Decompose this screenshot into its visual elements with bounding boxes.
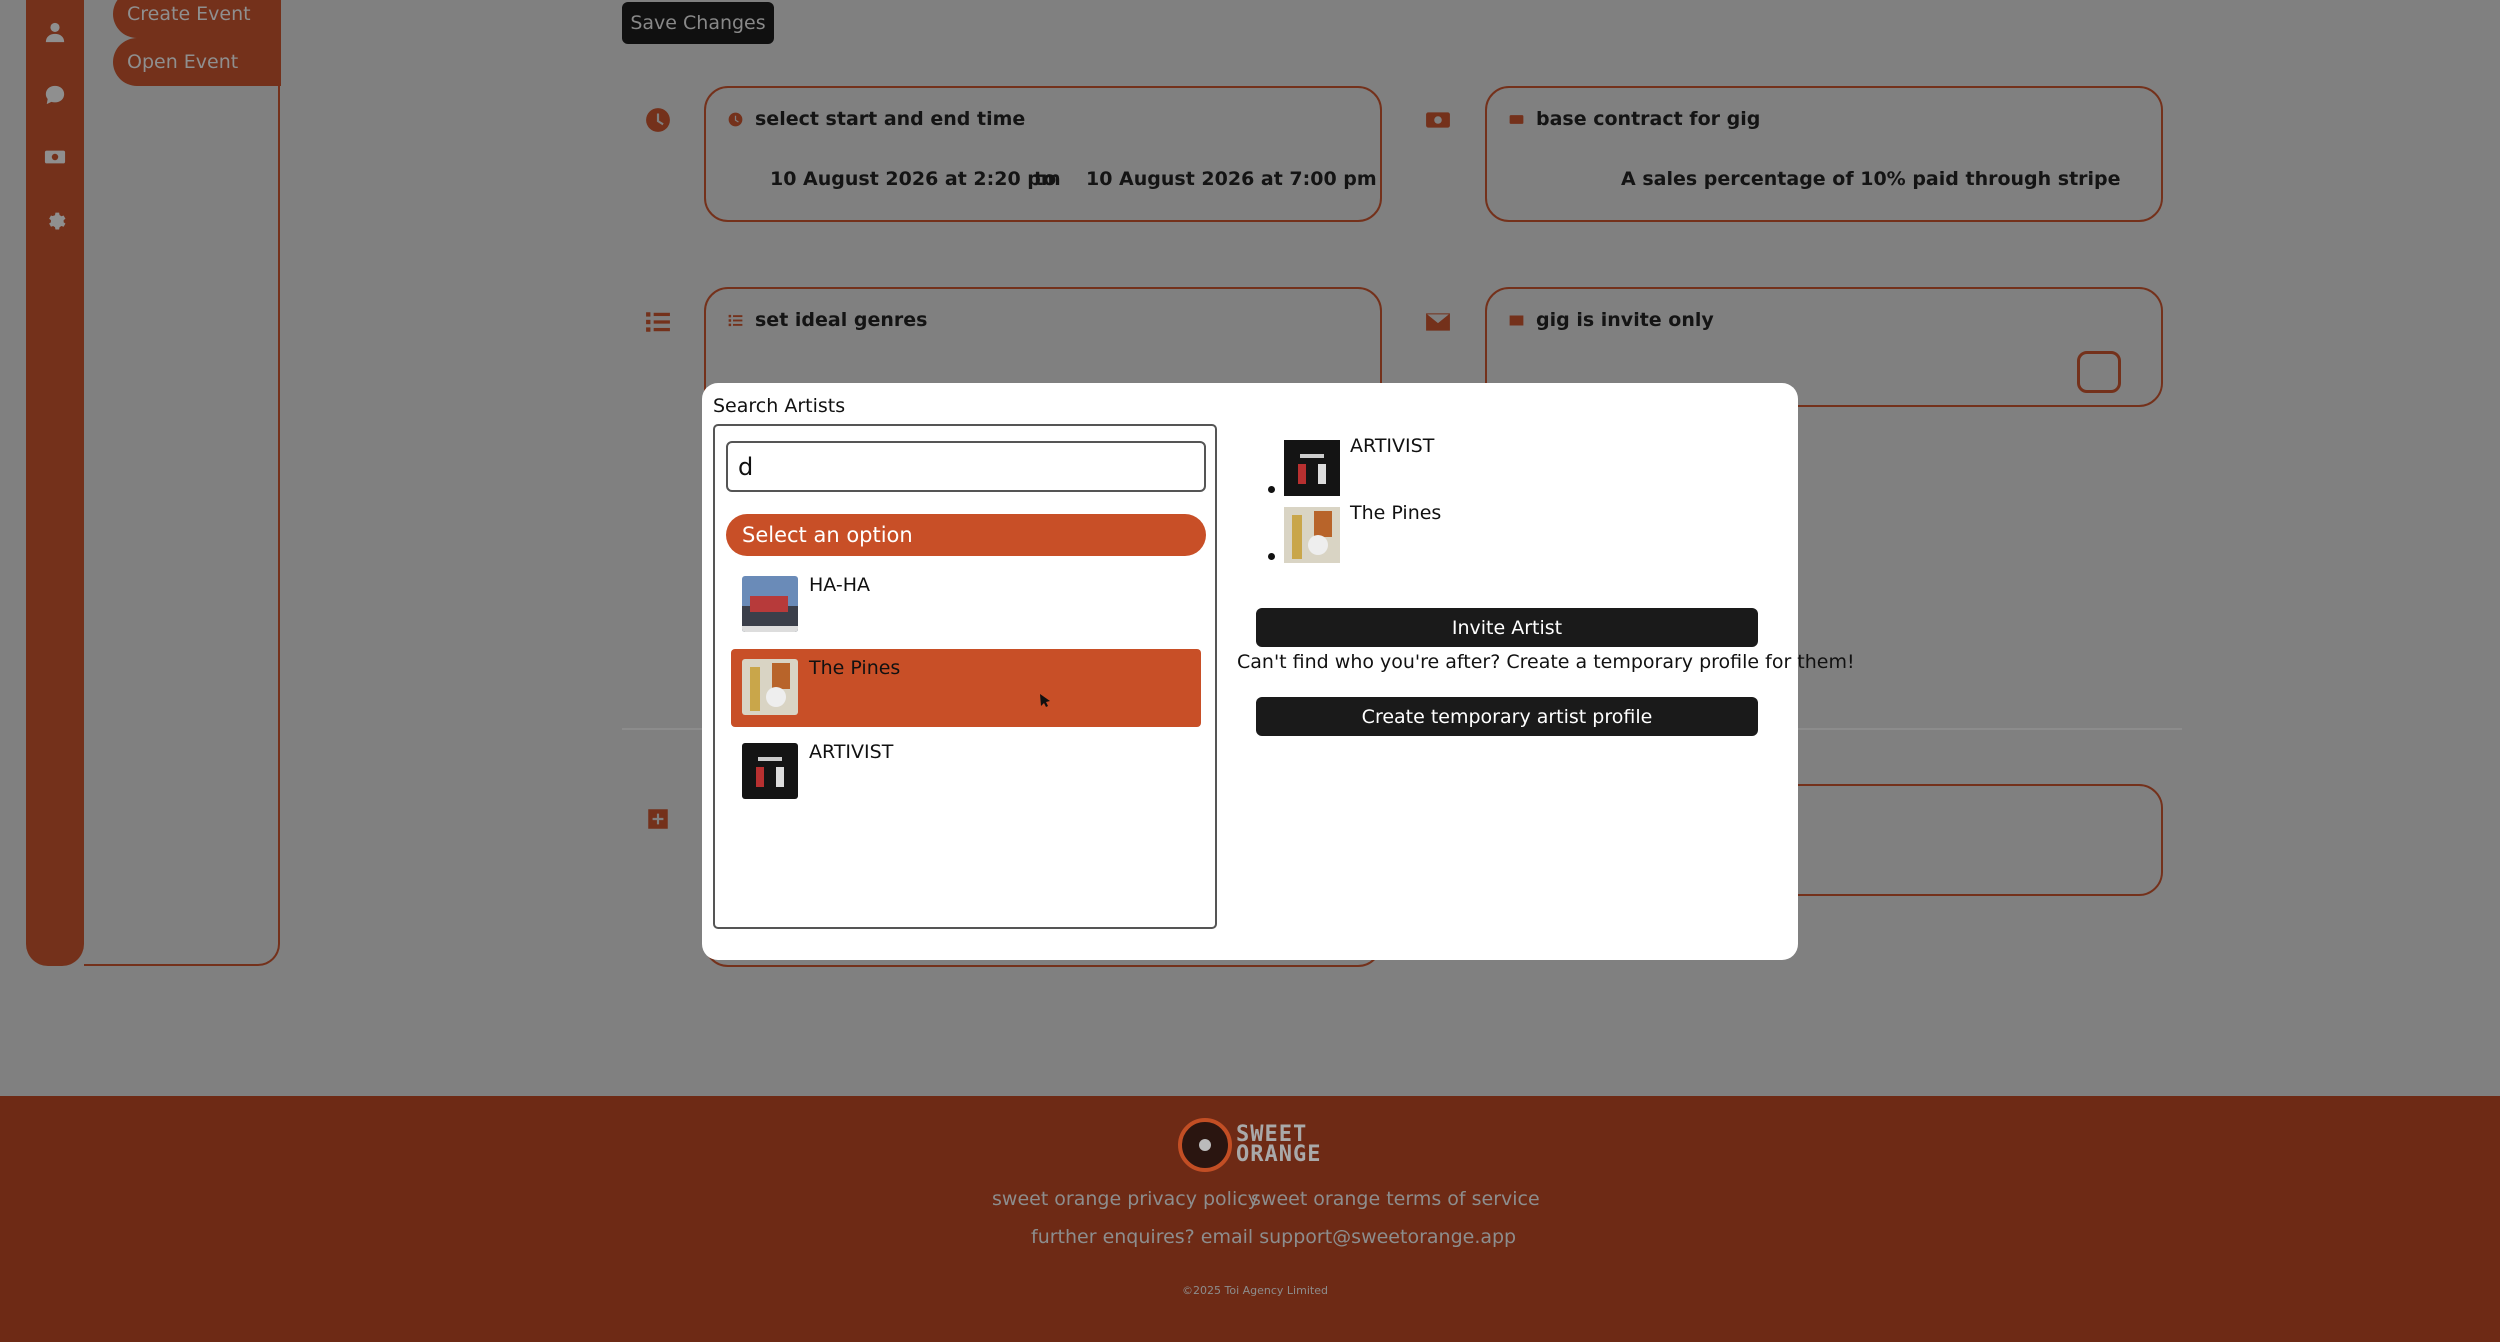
artist-option-label: The Pines [809, 657, 901, 679]
list-icon [645, 309, 671, 335]
mail-icon [1509, 315, 1524, 325]
contract-value: A sales percentage of 10% paid through s… [1621, 168, 2121, 190]
artist-thumbnail [1284, 440, 1340, 496]
artist-option-artivist[interactable]: ARTIVIST [731, 733, 1201, 811]
mouse-cursor-icon [1040, 694, 1050, 707]
clock-icon [645, 107, 671, 133]
start-time[interactable]: 10 August 2026 at 2:20 pm [770, 168, 1061, 190]
artist-thumbnail [742, 743, 798, 799]
artist-option-ha-ha[interactable]: HA-HA [731, 566, 1201, 644]
bullet-point [1268, 553, 1275, 560]
artist-search-panel: Select an option HA-HA The Pines ARTIVIS… [713, 424, 1217, 929]
artist-option-label: ARTIVIST [809, 741, 894, 763]
money-icon [1425, 107, 1451, 133]
genres-card-title-text: set ideal genres [755, 309, 928, 331]
logo-line-2: ORANGE [1236, 1142, 1322, 1167]
create-event-button[interactable]: Create Event [113, 0, 281, 38]
save-changes-button[interactable]: Save Changes [622, 2, 774, 44]
invited-artist-the-pines: The Pines [1264, 502, 1564, 569]
artist-thumbnail [742, 659, 798, 715]
money-icon[interactable] [42, 144, 68, 170]
end-time[interactable]: 10 August 2026 at 7:00 pm [1086, 168, 1377, 190]
gear-icon[interactable] [42, 206, 68, 232]
add-box-icon [645, 806, 671, 832]
invite-artist-modal: Search Artists Select an option HA-HA Th… [702, 383, 1855, 960]
terms-link[interactable]: sweet orange terms of service [1251, 1188, 1540, 1210]
time-card-title: select start and end time [728, 108, 1025, 130]
contract-card-title: base contract for gig [1509, 108, 1760, 130]
contact-text[interactable]: further enquires? email support@sweetora… [1031, 1226, 1516, 1248]
invite-artist-button[interactable]: Invite Artist [1256, 608, 1758, 647]
invite-only-card-title: gig is invite only [1509, 309, 1714, 331]
logo-text: SWEET ORANGE [1236, 1124, 1322, 1167]
genres-card-title: set ideal genres [728, 309, 927, 331]
contract-card-title-text: base contract for gig [1536, 108, 1761, 130]
chat-icon[interactable] [42, 82, 68, 108]
sidebar-rail [26, 0, 84, 966]
invited-artist-label: The Pines [1350, 502, 1442, 524]
time-separator: to [1034, 168, 1057, 190]
invited-artist-label: ARTIVIST [1350, 435, 1435, 457]
event-sidepanel: Create Event Open Event [84, 0, 281, 966]
invited-artists-list: ARTIVIST The Pines [1264, 435, 1564, 569]
privacy-link[interactable]: sweet orange privacy policy [992, 1188, 1259, 1210]
select-option-bar[interactable]: Select an option [726, 514, 1206, 556]
invited-artist-artivist: ARTIVIST [1264, 435, 1564, 502]
clock-icon [728, 112, 743, 126]
list-icon [728, 314, 743, 326]
footer: SWEET ORANGE sweet orange privacy policy… [0, 1096, 2500, 1342]
create-temporary-profile-button[interactable]: Create temporary artist profile [1256, 697, 1758, 736]
search-artists-label: Search Artists [713, 395, 846, 417]
copyright: ©2025 Toi Agency Limited [1182, 1284, 1328, 1297]
artist-option-the-pines[interactable]: The Pines [731, 649, 1201, 727]
contract-card[interactable]: base contract for gig A sales percentage… [1485, 86, 2163, 222]
mail-icon [1425, 309, 1451, 335]
artist-option-label: HA-HA [809, 574, 871, 596]
money-icon [1509, 114, 1524, 124]
vinyl-icon [1178, 1118, 1232, 1172]
invite-only-card-title-text: gig is invite only [1536, 309, 1714, 331]
temporary-profile-hint: Can't find who you're after? Create a te… [1237, 651, 1855, 673]
open-event-button[interactable]: Open Event [113, 38, 281, 86]
time-card-title-text: select start and end time [755, 108, 1026, 130]
bullet-point [1268, 486, 1275, 493]
user-icon[interactable] [42, 19, 68, 45]
artist-thumbnail [742, 576, 798, 632]
artist-search-input[interactable] [726, 441, 1206, 492]
time-card[interactable]: select start and end time 10 August 2026… [704, 86, 1382, 222]
sweet-orange-logo: SWEET ORANGE [1178, 1118, 1321, 1172]
invite-only-checkbox[interactable] [2077, 351, 2121, 393]
artist-thumbnail [1284, 507, 1340, 563]
